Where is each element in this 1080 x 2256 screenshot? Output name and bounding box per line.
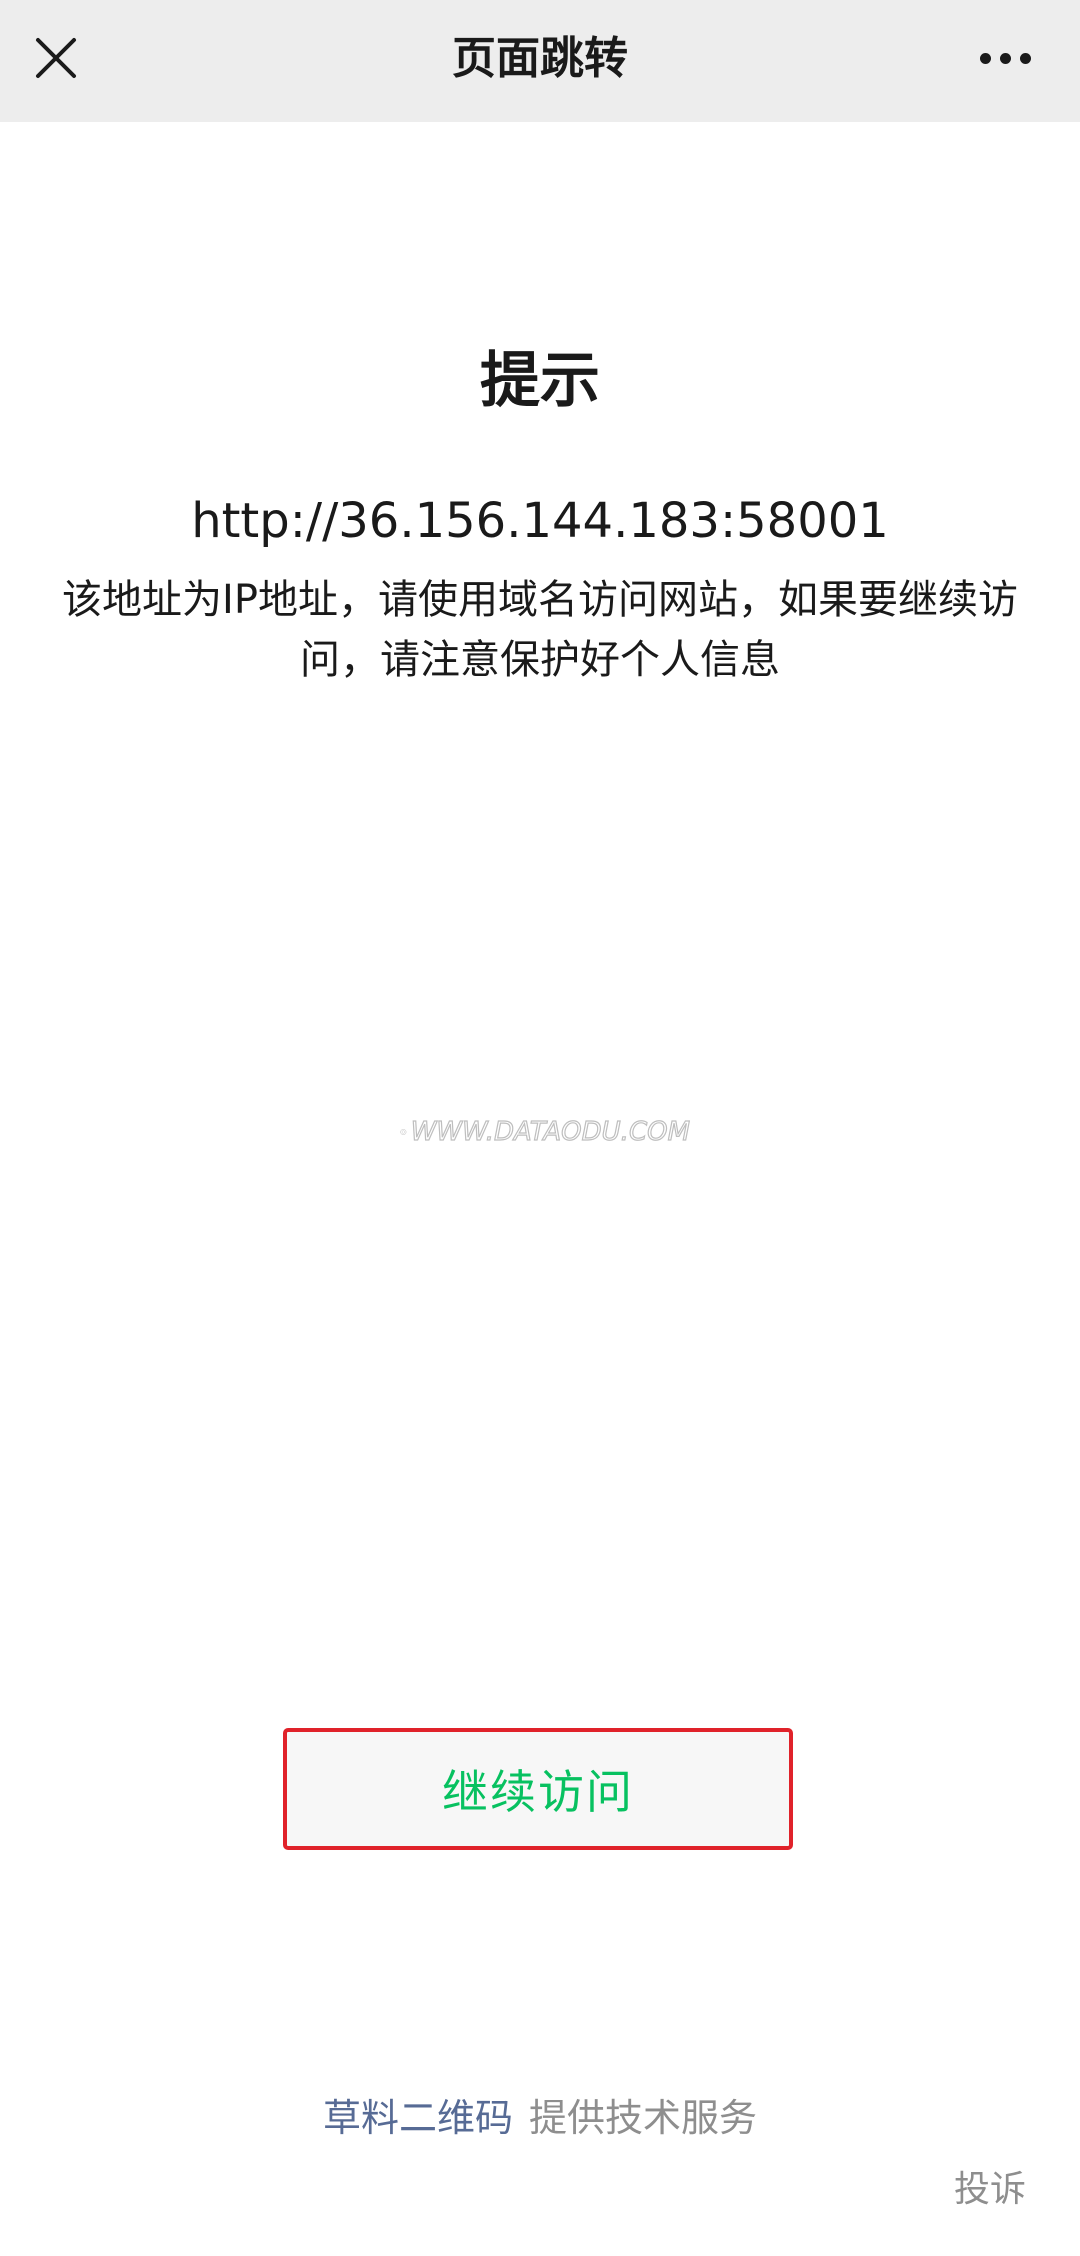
page-title: 页面跳转 [452, 33, 628, 84]
notice-title: 提示 [480, 346, 600, 416]
report-link[interactable]: 投诉 [930, 2160, 1050, 2220]
more-dots-icon [979, 52, 1031, 64]
watermark-logo-icon [400, 1128, 407, 1136]
footer-credit: 草料二维码 提供技术服务 [0, 2088, 1080, 2148]
more-button[interactable] [960, 22, 1050, 94]
close-icon [36, 38, 76, 78]
warning-message: 该地址为IP地址，请使用域名访问网站，如果要继续访问，请注意保护好个人信息 [62, 577, 1018, 683]
watermark-text: WWW.DATAODU.COM [410, 1116, 690, 1147]
target-url: http://36.156.144.183:58001 [191, 493, 889, 549]
continue-visit-button[interactable]: 继续访问 [283, 1728, 793, 1850]
continue-visit-label: 继续访问 [442, 1765, 634, 1819]
top-navbar: 页面跳转 [0, 0, 1080, 122]
watermark: WWW.DATAODU.COM [400, 1108, 691, 1156]
footer-brand-link[interactable]: 草料二维码 [323, 2096, 513, 2140]
close-button[interactable] [22, 22, 90, 94]
page: 页面跳转 提示 http://36.156.144.183:58001 该地址为… [0, 0, 1080, 2256]
footer-service-text: 提供技术服务 [529, 2096, 758, 2140]
